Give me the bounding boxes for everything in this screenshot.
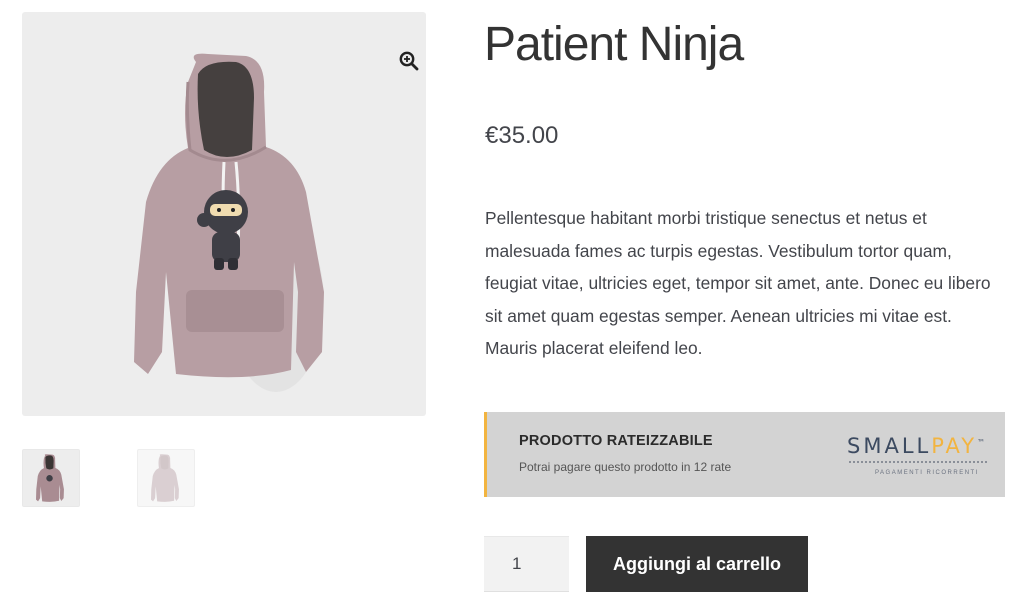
- hoodie-back-thumbnail-image: [151, 454, 179, 502]
- quantity-input[interactable]: [484, 536, 569, 592]
- product-description: Pellentesque habitant morbi tristique se…: [485, 208, 991, 359]
- smallpay-logo: SMALLPAY™ PAGAMENTI RICORRENTI: [847, 434, 987, 476]
- logo-dotted-line: [849, 461, 987, 463]
- gallery-thumbnail-back[interactable]: [137, 449, 195, 507]
- installment-subtitle: Potrai pagare questo prodotto in 12 rate: [519, 460, 732, 474]
- product-price: €35.00: [485, 122, 559, 149]
- logo-tagline: PAGAMENTI RICORRENTI: [875, 470, 979, 476]
- product-title: Patient Ninja: [484, 18, 744, 71]
- hoodie-thumbnail-image: [36, 454, 64, 502]
- add-to-cart-button[interactable]: Aggiungi al carrello: [586, 536, 808, 592]
- zoom-button[interactable]: [390, 42, 428, 80]
- installment-title: PRODOTTO RATEIZZABILE: [519, 433, 713, 449]
- gallery-thumbnail-front[interactable]: [22, 449, 80, 507]
- product-gallery-main[interactable]: [22, 12, 426, 416]
- installment-banner: PRODOTTO RATEIZZABILE Potrai pagare ques…: [484, 412, 1005, 497]
- hoodie-ninja-image: [134, 53, 324, 392]
- zoom-in-icon: [399, 51, 419, 71]
